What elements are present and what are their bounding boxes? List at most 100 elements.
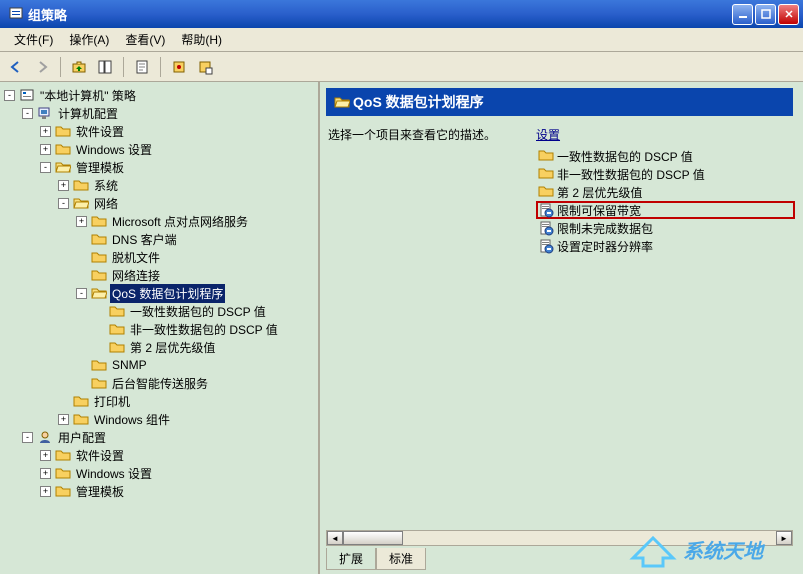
folder-icon [91,268,107,282]
tree-node-snmp[interactable]: SNMP [0,356,318,374]
tree-node-netconn[interactable]: 网络连接 [0,266,318,284]
tree-label: 网络 [92,194,120,213]
tree-node-network[interactable]: - 网络 [0,194,318,212]
tree-label: 打印机 [92,392,132,411]
folder-icon [109,322,125,336]
settings-column-header[interactable]: 设置 [536,126,795,143]
list-item-label: 限制可保留带宽 [557,202,641,219]
tree-node-ms_p2p[interactable]: + Microsoft 点对点网络服务 [0,212,318,230]
tree-pane[interactable]: -"本地计算机" 策略-计算机配置+软件设置+Windows 设置-管理模板+系… [0,82,320,574]
tree-node-root[interactable]: - "本地计算机" 策略 [0,86,318,104]
collapse-icon[interactable]: - [58,198,69,209]
folder-icon [109,340,125,354]
up-button[interactable] [67,55,91,79]
collapse-icon[interactable]: - [4,90,15,101]
tree-label: 一致性数据包的 DSCP 值 [128,302,268,321]
titlebar: 组策略 [0,0,803,28]
folder-icon [55,142,71,156]
tree-label: Microsoft 点对点网络服务 [110,212,250,231]
folder-open-icon [334,95,350,109]
tree-label: 非一致性数据包的 DSCP 值 [128,320,280,339]
tree-node-dns[interactable]: DNS 客户端 [0,230,318,248]
tree-node-winset[interactable]: +Windows 设置 [0,140,318,158]
tree-node-offline[interactable]: 脱机文件 [0,248,318,266]
collapse-icon[interactable]: - [76,288,87,299]
tree-node-usw[interactable]: + 软件设置 [0,446,318,464]
minimize-button[interactable] [732,4,753,25]
properties-button[interactable] [130,55,154,79]
menu-help[interactable]: 帮助(H) [173,29,230,50]
tab-standard[interactable]: 标准 [376,548,426,570]
tree-label: DNS 客户端 [110,230,179,249]
tree-node-admintpl[interactable]: -管理模板 [0,158,318,176]
list-item-label: 设置定时器分辨率 [557,238,653,255]
back-button[interactable] [4,55,28,79]
tree-node-qos1[interactable]: 一致性数据包的 DSCP 值 [0,302,318,320]
filter-button[interactable] [193,55,217,79]
tree-node-uwinset[interactable]: +Windows 设置 [0,464,318,482]
tree-node-uadmin[interactable]: + 管理模板 [0,482,318,500]
tree-node-wincomp[interactable]: +Windows 组件 [0,410,318,428]
tree-label: 第 2 层优先级值 [128,338,217,357]
tree-node-qos2[interactable]: 非一致性数据包的 DSCP 值 [0,320,318,338]
tree-node-qos[interactable]: - QoS 数据包计划程序 [0,284,318,302]
menu-action[interactable]: 操作(A) [61,29,117,50]
folder-icon [19,88,35,102]
expand-icon[interactable]: + [58,414,69,425]
menubar: 文件(F) 操作(A) 查看(V) 帮助(H) [0,28,803,52]
tree-label: "本地计算机" 策略 [38,86,138,105]
show-hide-tree-button[interactable] [93,55,117,79]
list-item[interactable]: 非一致性数据包的 DSCP 值 [536,165,795,183]
collapse-icon[interactable]: - [40,162,51,173]
tree-node-sw[interactable]: +软件设置 [0,122,318,140]
app-icon [8,6,24,22]
tree-label: 软件设置 [74,446,126,465]
scroll-thumb[interactable] [343,531,403,545]
folder-icon [73,178,89,192]
export-button[interactable] [167,55,191,79]
close-button[interactable] [778,4,799,25]
folder-icon [55,448,71,462]
maximize-button[interactable] [755,4,776,25]
tree-node-computer[interactable]: -计算机配置 [0,104,318,122]
menu-file[interactable]: 文件(F) [6,29,61,50]
expand-icon[interactable]: + [40,126,51,137]
tree-node-qos3[interactable]: 第 2 层优先级值 [0,338,318,356]
tree-label: 管理模板 [74,482,126,501]
forward-button[interactable] [30,55,54,79]
tree-label: 用户配置 [56,428,108,447]
list-item[interactable]: 设置定时器分辨率 [536,237,795,255]
expand-icon[interactable]: + [40,486,51,497]
tab-extended[interactable]: 扩展 [326,548,376,570]
tree-label: 后台智能传送服务 [110,374,210,393]
policy-icon [538,238,554,254]
tree-node-system[interactable]: +系统 [0,176,318,194]
tree-node-user[interactable]: - 用户配置 [0,428,318,446]
tree-label: 脱机文件 [110,248,162,267]
tree-label: QoS 数据包计划程序 [110,284,225,303]
list-item[interactable]: 限制可保留带宽 [536,201,795,219]
expand-icon[interactable]: + [58,180,69,191]
folder-icon [55,466,71,480]
expand-icon[interactable]: + [40,468,51,479]
menu-view[interactable]: 查看(V) [117,29,173,50]
folder-icon [538,148,554,164]
scroll-left-button[interactable]: ◄ [327,531,343,545]
folder-icon [37,430,53,444]
tree-node-bgts[interactable]: 后台智能传送服务 [0,374,318,392]
expand-icon[interactable]: + [40,144,51,155]
folder-icon [73,394,89,408]
list-item[interactable]: 限制未完成数据包 [536,219,795,237]
list-item[interactable]: 一致性数据包的 DSCP 值 [536,147,795,165]
collapse-icon[interactable]: - [22,108,33,119]
folder-icon [73,412,89,426]
tree-node-printer[interactable]: 打印机 [0,392,318,410]
list-item[interactable]: 第 2 层优先级值 [536,183,795,201]
settings-list[interactable]: 设置 一致性数据包的 DSCP 值非一致性数据包的 DSCP 值第 2 层优先级… [536,126,795,522]
expand-icon[interactable]: + [76,216,87,227]
collapse-icon[interactable]: - [22,432,33,443]
tree-label: 网络连接 [110,266,162,285]
toolbar [0,52,803,82]
expand-icon[interactable]: + [40,450,51,461]
svg-text:系统天地: 系统天地 [683,540,766,563]
